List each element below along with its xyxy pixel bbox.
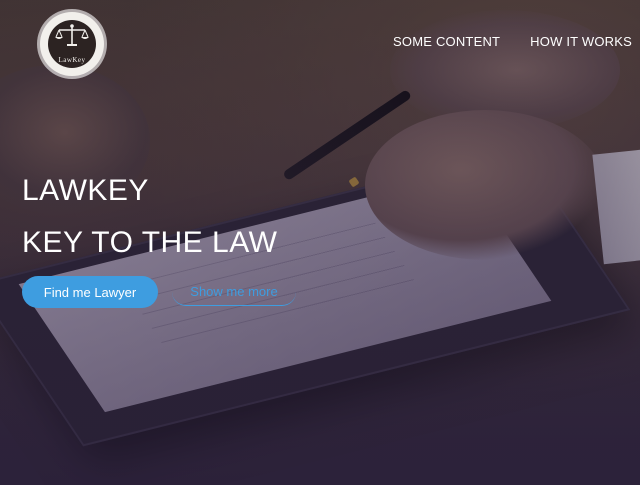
top-navigation: SOME CONTENT HOW IT WORKS <box>393 34 632 49</box>
hero-subtitle: KEY TO THE LAW <box>22 226 278 259</box>
scales-of-justice-icon <box>55 24 89 46</box>
logo-text: LawKey <box>58 56 86 64</box>
find-me-lawyer-button[interactable]: Find me Lawyer <box>22 276 158 308</box>
nav-link-some-content[interactable]: SOME CONTENT <box>393 34 500 49</box>
site-logo[interactable]: LawKey <box>40 12 104 76</box>
nav-link-how-it-works[interactable]: HOW IT WORKS <box>530 34 632 49</box>
show-me-more-button[interactable]: Show me more <box>172 278 296 306</box>
hero-title: LAWKEY <box>22 174 149 207</box>
